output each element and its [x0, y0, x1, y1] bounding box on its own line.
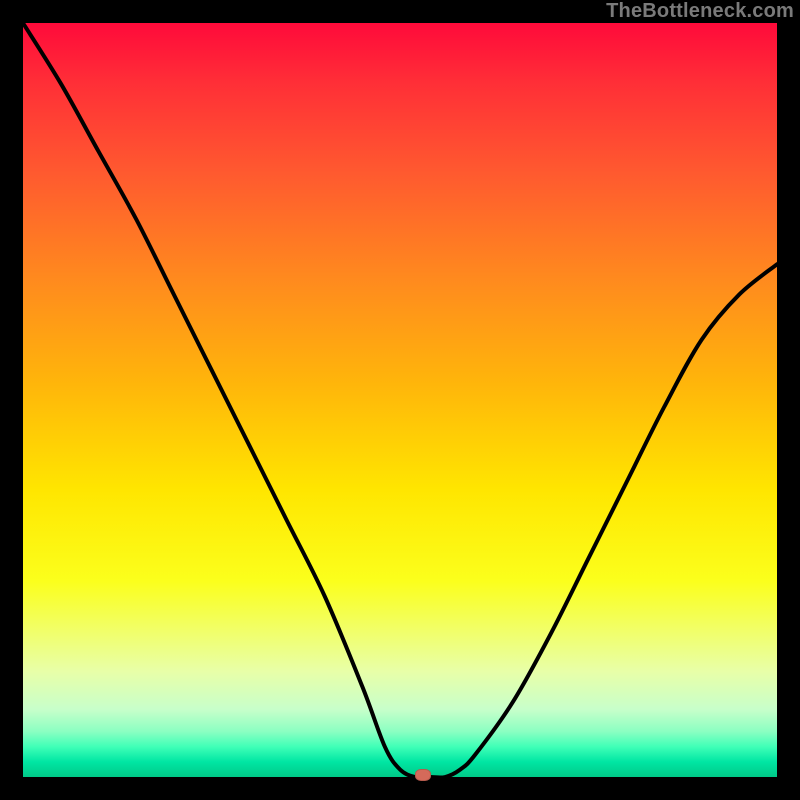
plot-area [23, 23, 777, 777]
curve-path [23, 23, 777, 778]
bottleneck-curve [23, 23, 777, 777]
minimum-marker [415, 769, 431, 781]
watermark-text: TheBottleneck.com [606, 0, 794, 23]
chart-frame: TheBottleneck.com [0, 0, 800, 800]
